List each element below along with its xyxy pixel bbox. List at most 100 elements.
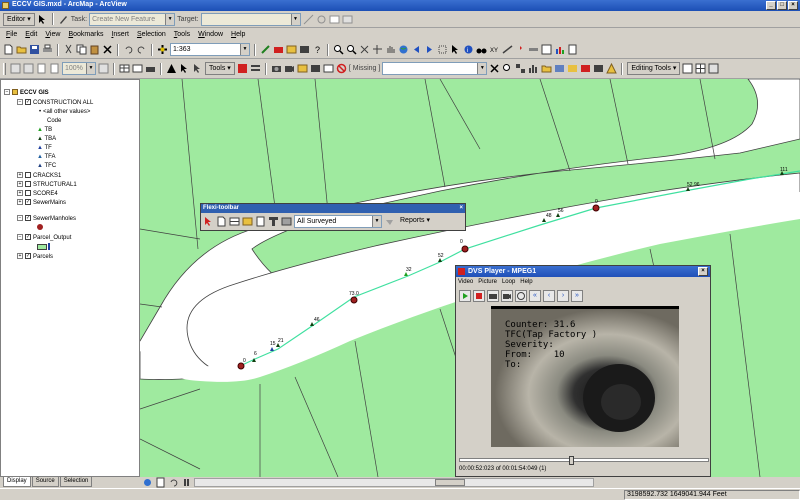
next-extent-icon[interactable] — [424, 44, 435, 55]
menu-help[interactable]: Help — [520, 277, 532, 288]
collapse-icon[interactable]: − — [17, 234, 23, 241]
stop-button[interactable] — [473, 290, 485, 302]
fixed-zoom-in-icon[interactable] — [359, 44, 370, 55]
step-forward-button[interactable]: › — [557, 290, 569, 302]
layout-zoom-icon[interactable] — [10, 63, 21, 74]
expand-icon[interactable]: + — [17, 190, 23, 197]
record-button[interactable] — [501, 290, 513, 302]
timer-button[interactable] — [515, 290, 527, 302]
layer-checkbox[interactable] — [25, 190, 31, 197]
paint-icon[interactable] — [580, 63, 591, 74]
layout-view-icon[interactable] — [155, 477, 166, 488]
graph-icon[interactable] — [593, 63, 604, 74]
photo-icon[interactable] — [297, 63, 308, 74]
rotate-tool-icon[interactable] — [316, 14, 327, 25]
scroll-thumb[interactable] — [435, 479, 465, 486]
layout-icon[interactable] — [541, 44, 552, 55]
arccatalog-icon[interactable] — [286, 44, 297, 55]
full-extent-globe-icon[interactable] — [398, 44, 409, 55]
close-button[interactable]: × — [698, 267, 708, 276]
arctoolbox-icon[interactable] — [273, 44, 284, 55]
flexi-box-icon[interactable] — [242, 216, 253, 227]
expand-icon[interactable]: + — [17, 181, 23, 188]
zoom-out-icon[interactable] — [346, 44, 357, 55]
hyperlink-icon[interactable] — [515, 44, 526, 55]
flexi-page-icon[interactable] — [255, 216, 266, 227]
survey-filter-dropdown[interactable]: All Surveyed ▼ — [294, 215, 382, 228]
new-document-icon[interactable] — [3, 44, 14, 55]
layer-checkbox[interactable]: ✓ — [25, 234, 31, 241]
menu-bookmarks[interactable]: Bookmarks — [65, 31, 106, 38]
select-features-icon[interactable] — [437, 44, 448, 55]
edit-vertices-icon[interactable] — [682, 63, 693, 74]
toolbar-grip[interactable] — [3, 62, 6, 75]
video-camera-icon[interactable] — [284, 63, 295, 74]
layer-dropdown[interactable]: ▼ — [382, 62, 488, 75]
sketch-properties-icon[interactable] — [342, 14, 353, 25]
play-button[interactable] — [459, 290, 471, 302]
collapse-icon[interactable]: − — [17, 99, 23, 106]
toc-layer-construction-all[interactable]: − ✓ CONSTRUCTION ALL — [17, 99, 93, 108]
toc-root[interactable]: − ECCV GIS — [4, 89, 49, 98]
time-slider-icon[interactable] — [528, 44, 539, 55]
toc-layer-parcels[interactable]: + ✓ Parcels — [17, 253, 53, 262]
tile-icon[interactable] — [515, 63, 526, 74]
measure-icon[interactable] — [502, 44, 513, 55]
menu-loop[interactable]: Loop — [502, 277, 515, 288]
video-seek-bar[interactable] — [459, 456, 709, 465]
fast-forward-button[interactable]: » — [571, 290, 583, 302]
save-icon[interactable] — [29, 44, 40, 55]
toc-layer-score4[interactable]: + SCORE4 — [17, 190, 58, 199]
zoom-in-icon[interactable] — [333, 44, 344, 55]
layer-checkbox[interactable] — [25, 181, 31, 188]
layer-checkbox[interactable]: ✓ — [25, 215, 31, 222]
field-calc-icon[interactable] — [708, 63, 719, 74]
zoom-to-selected-icon[interactable] — [502, 63, 513, 74]
map-scale-dropdown[interactable]: 1:363 ▼ — [170, 43, 250, 56]
attributes-icon[interactable] — [329, 14, 340, 25]
editing-tools-menu-button[interactable]: Editing Tools ▾ — [627, 62, 681, 75]
find-binoculars-icon[interactable] — [476, 44, 487, 55]
expand-icon[interactable]: + — [17, 199, 23, 206]
report-table-icon[interactable] — [323, 63, 334, 74]
clear-icon[interactable] — [489, 63, 500, 74]
task-dropdown[interactable]: Create New Feature ▼ — [89, 12, 176, 26]
grid-icon[interactable] — [695, 63, 706, 74]
flexi-tool-icon[interactable] — [268, 216, 279, 227]
paste-icon[interactable] — [89, 44, 100, 55]
toc-layer-sewermanholes[interactable]: − ✓ SewerManholes — [17, 215, 76, 224]
menu-tools[interactable]: Tools — [171, 31, 193, 38]
cursor-tool-icon[interactable] — [192, 63, 203, 74]
flexi-refresh-icon[interactable] — [384, 216, 395, 227]
toc-layer-sewermains[interactable]: + ✓ SewerMains — [17, 199, 66, 208]
layout-zoom-percent[interactable]: 100% ▼ — [62, 62, 96, 75]
flexi-select-icon[interactable] — [203, 216, 214, 227]
zoom-100-icon[interactable] — [49, 63, 60, 74]
inspection-icon[interactable] — [310, 63, 321, 74]
menu-edit[interactable]: Edit — [22, 31, 40, 38]
undo-icon[interactable] — [123, 44, 134, 55]
data-view-icon[interactable] — [142, 477, 153, 488]
cut-icon[interactable] — [63, 44, 74, 55]
toc-layer-parcel-output[interactable]: − ✓ Parcel_Output — [17, 234, 71, 243]
flexi-grid-icon[interactable] — [229, 216, 240, 227]
layer-list-icon[interactable] — [250, 63, 261, 74]
menu-view[interactable]: View — [42, 31, 63, 38]
menu-video[interactable]: Video — [458, 277, 473, 288]
close-button[interactable]: × — [788, 1, 798, 10]
rewind-button[interactable]: « — [529, 290, 541, 302]
editor-toolbar-icon[interactable] — [260, 44, 271, 55]
pause-drawing-icon[interactable] — [181, 477, 192, 488]
report-icon[interactable] — [567, 44, 578, 55]
camera-icon[interactable] — [271, 63, 282, 74]
menu-file[interactable]: File — [3, 31, 20, 38]
seek-thumb[interactable] — [569, 456, 575, 465]
print-icon[interactable] — [42, 44, 53, 55]
no-entry-icon[interactable] — [336, 63, 347, 74]
menu-window[interactable]: Window — [195, 31, 226, 38]
window-icon[interactable] — [132, 63, 143, 74]
collapse-icon[interactable]: − — [4, 89, 10, 96]
redo-icon[interactable] — [136, 44, 147, 55]
image-icon[interactable] — [554, 63, 565, 74]
chart-icon[interactable] — [554, 44, 565, 55]
